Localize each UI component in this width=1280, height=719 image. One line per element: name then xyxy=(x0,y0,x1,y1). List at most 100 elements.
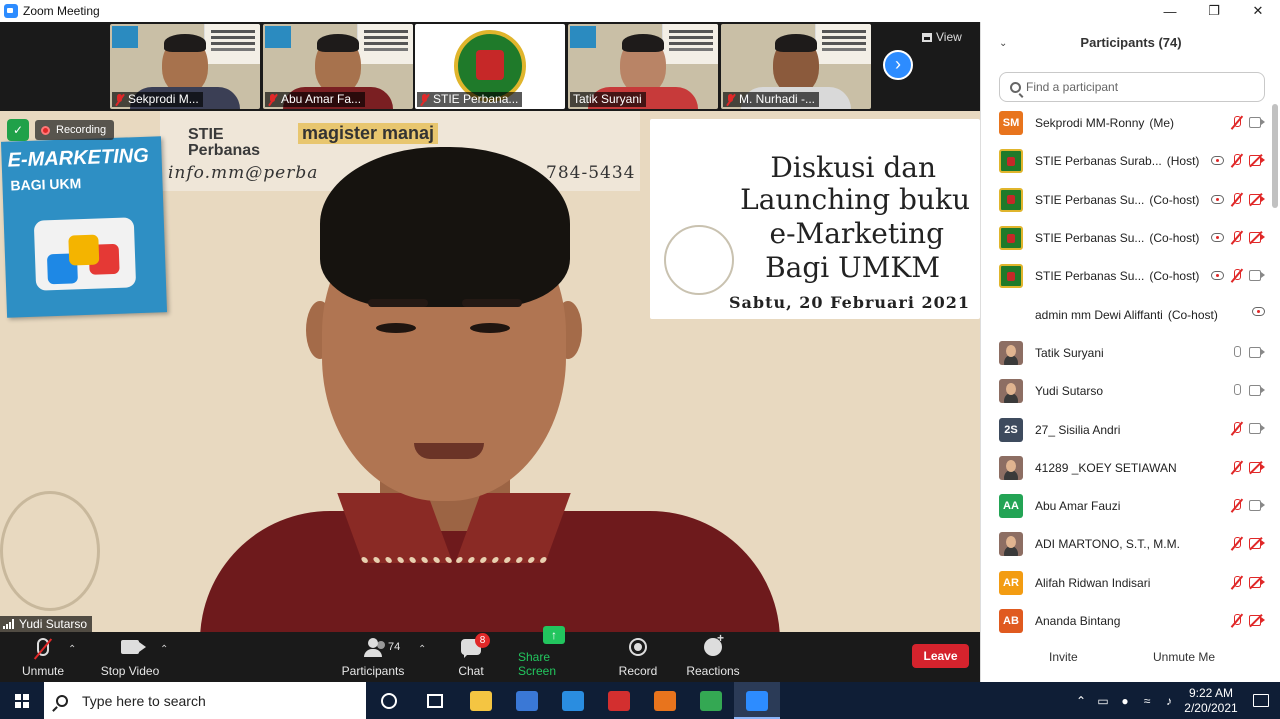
record-icon xyxy=(629,638,647,656)
mic-muted-icon xyxy=(1232,269,1241,282)
participant-row[interactable]: Yudi Sutarso xyxy=(981,372,1271,410)
start-button[interactable] xyxy=(0,682,44,719)
taskbar-app-mail[interactable] xyxy=(550,682,596,719)
shield-icon[interactable]: ✓ xyxy=(7,119,29,141)
taskbar-app-file-explorer[interactable] xyxy=(458,682,504,719)
video-thumbnail[interactable]: Sekprodi M... xyxy=(110,24,260,109)
network-icon[interactable]: ≈ xyxy=(1136,694,1158,708)
chat-label: Chat xyxy=(458,664,484,678)
participant-row[interactable]: STIE Perbanas Su... (Co-host) xyxy=(981,219,1271,257)
restore-button[interactable]: ❐ xyxy=(1194,0,1234,22)
mic-muted-icon xyxy=(1232,230,1241,244)
taskbar-app-store[interactable] xyxy=(504,682,550,719)
leave-button[interactable]: Leave xyxy=(912,644,969,668)
window-title: Zoom Meeting xyxy=(23,4,100,18)
notification-icon xyxy=(1253,694,1269,707)
participant-status-icons xyxy=(1211,154,1265,168)
participant-search-input[interactable] xyxy=(1026,80,1256,94)
video-icon xyxy=(1249,499,1265,511)
video-off-icon xyxy=(1249,613,1265,627)
speaker-eye xyxy=(376,323,416,333)
recording-indicator: ✓ Recording xyxy=(7,119,115,141)
participants-count: 74 xyxy=(388,641,401,653)
participant-row[interactable]: AA Abu Amar Fauzi xyxy=(981,487,1271,525)
record-button[interactable]: Record xyxy=(616,632,660,682)
video-thumbnail[interactable]: STIE Perbana... xyxy=(415,24,565,109)
participants-button[interactable]: Participants xyxy=(340,632,406,682)
participant-role: (Co-host) xyxy=(1149,231,1200,246)
participant-photo-avatar xyxy=(999,379,1023,404)
event-title-line: Bagi UMKM xyxy=(765,251,940,284)
participant-row[interactable]: Tatik Suryani xyxy=(981,334,1271,372)
notifications-button[interactable] xyxy=(1242,682,1280,719)
participant-row[interactable]: 2S 27_ Sisilia Andri xyxy=(981,410,1271,448)
microphone-icon[interactable]: ● xyxy=(1114,694,1136,708)
participants-options-caret-icon[interactable]: ⌃ xyxy=(418,644,426,655)
participant-row[interactable]: STIE Perbanas Surab... (Host) xyxy=(981,142,1271,180)
cortana-button[interactable] xyxy=(366,682,412,719)
next-page-button[interactable]: › xyxy=(883,50,913,80)
stop-video-button[interactable]: Stop Video xyxy=(98,632,162,682)
participant-row[interactable]: AB Ananda Bintang xyxy=(981,602,1271,634)
participant-row[interactable]: admin mm Dewi Aliffanti (Co-host) xyxy=(981,295,1271,333)
clock[interactable]: 9:22 AM 2/20/2021 xyxy=(1180,686,1242,716)
mic-muted-icon xyxy=(1232,116,1241,129)
participant-role: (Co-host) xyxy=(1167,307,1218,322)
mic-muted-icon xyxy=(1232,192,1241,206)
speaker-hair xyxy=(320,147,570,307)
participant-row[interactable]: 41289 _KOEY SETIAWAN xyxy=(981,449,1271,487)
participants-panel-title: Participants (74) xyxy=(1080,35,1182,50)
video-off-icon xyxy=(1249,460,1265,474)
recording-pill[interactable]: Recording xyxy=(35,120,115,140)
participant-avatar-empty xyxy=(999,303,1023,327)
participant-row[interactable]: AR Alifah Ridwan Indisari xyxy=(981,564,1271,602)
battery-icon[interactable]: ▭ xyxy=(1092,694,1114,708)
participant-status-icons xyxy=(1232,345,1265,359)
recording-label: Recording xyxy=(56,124,107,136)
reactions-icon xyxy=(704,631,724,656)
participant-row[interactable]: SM Sekprodi MM-Ronny (Me) xyxy=(981,104,1271,142)
pinned-apps xyxy=(458,682,780,719)
thumbnail-poster xyxy=(662,24,718,64)
stie-logo-avatar xyxy=(999,226,1023,251)
video-off-icon xyxy=(1249,537,1265,551)
participant-avatar: SM xyxy=(999,111,1023,136)
share-screen-button[interactable]: ↑ Share Screen xyxy=(518,626,590,682)
thumbnail-label: STIE Perbana... xyxy=(417,92,523,107)
thumbnail-name: M. Nurhadi -... xyxy=(739,92,816,106)
thumbnail-background xyxy=(112,26,138,48)
participant-photo-avatar xyxy=(999,532,1023,557)
audio-options-caret-icon[interactable]: ⌃ xyxy=(68,644,76,655)
video-thumbnail[interactable]: M. Nurhadi -... xyxy=(721,24,871,109)
system-tray: ⌃ ▭ ● ≈ ♪ 9:22 AM 2/20/2021 xyxy=(1070,682,1280,719)
taskbar-app-chrome[interactable] xyxy=(688,682,734,719)
show-hidden-icons-chevron-icon[interactable]: ⌃ xyxy=(1070,694,1092,708)
stop-video-label: Stop Video xyxy=(100,664,160,678)
participant-row[interactable]: STIE Perbanas Su... (Co-host) xyxy=(981,181,1271,219)
taskbar-search-box[interactable]: Type here to search xyxy=(44,682,366,719)
video-thumbnail[interactable]: Tatik Suryani xyxy=(568,24,718,109)
reactions-button[interactable]: Reactions xyxy=(686,631,740,682)
taskbar-app-app-red[interactable] xyxy=(596,682,642,719)
taskbar-app-zoom[interactable] xyxy=(734,682,780,719)
unmute-button[interactable]: Unmute xyxy=(18,632,68,682)
participant-name: STIE Perbanas Su... xyxy=(1035,192,1145,207)
invite-button[interactable]: Invite xyxy=(1043,646,1084,668)
task-view-icon xyxy=(427,693,443,708)
minimize-button[interactable]: — xyxy=(1150,0,1190,22)
volume-icon[interactable]: ♪ xyxy=(1158,694,1180,708)
participant-name: STIE Perbanas Su... xyxy=(1035,269,1145,284)
thumbnail-label: Sekprodi M... xyxy=(112,92,203,107)
mic-icon xyxy=(1232,345,1241,359)
participant-row[interactable]: STIE Perbanas Su... (Co-host) xyxy=(981,257,1271,295)
video-options-caret-icon[interactable]: ⌃ xyxy=(160,644,168,655)
thumbnail-label: M. Nurhadi -... xyxy=(723,92,820,107)
task-view-button[interactable] xyxy=(412,682,458,719)
close-button[interactable]: ✕ xyxy=(1238,0,1278,22)
participant-row[interactable]: ADI MARTONO, S.T., M.M. xyxy=(981,525,1271,563)
participant-list-scrollbar[interactable] xyxy=(1272,104,1278,208)
video-thumbnail[interactable]: Abu Amar Fa... xyxy=(263,24,413,109)
view-button[interactable]: View xyxy=(922,30,962,44)
unmute-me-button[interactable]: Unmute Me xyxy=(1147,646,1221,668)
taskbar-app-pdf-app[interactable] xyxy=(642,682,688,719)
